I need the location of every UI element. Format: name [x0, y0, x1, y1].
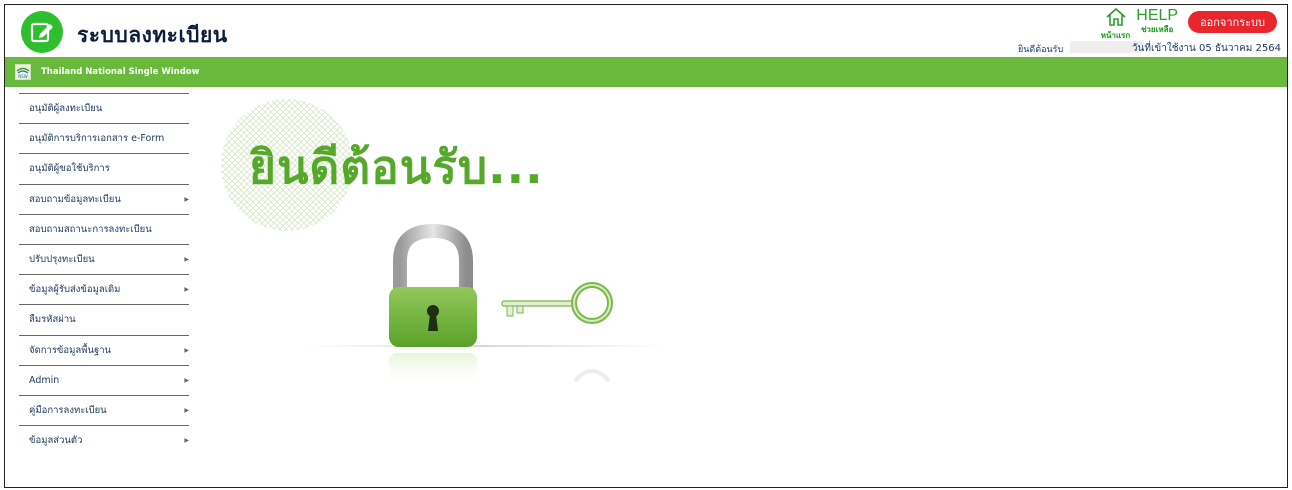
padlock-icon: [389, 223, 477, 389]
home-link[interactable]: หน้าแรก: [1100, 7, 1131, 40]
sidebar-item-label: ลืมรหัสผ่าน: [29, 314, 76, 326]
help-label: ช่วยเหลือ: [1141, 25, 1174, 34]
sidebar-item-label: อนุมัติผู้ลงทะเบียน: [29, 103, 103, 115]
nav-bar-title: Thailand National Single Window: [41, 67, 200, 77]
chevron-right-icon: ▶: [184, 346, 189, 354]
sidebar-item[interactable]: ข้อมูลผู้รับส่งข้อมูลเดิม ▶: [19, 274, 189, 304]
top-actions: หน้าแรก HELP ช่วยเหลือ ออกจากระบบ: [1100, 7, 1277, 40]
sidebar-item[interactable]: อนุมัติผู้ลงทะเบียน: [19, 93, 189, 123]
chevron-right-icon: ▶: [184, 286, 189, 294]
sidebar-menu: อนุมัติผู้ลงทะเบียนอนุมัติการบริการเอกสา…: [19, 93, 189, 455]
sidebar-item-label: สอบถามข้อมูลทะเบียน: [29, 193, 121, 205]
nsw-logo-text: NSW: [18, 74, 28, 79]
logout-button[interactable]: ออกจากระบบ: [1188, 11, 1277, 33]
login-date: วันที่เข้าใช้งาน 05 ธันวาคม 2564: [1131, 43, 1281, 54]
help-link[interactable]: HELP ช่วยเหลือ: [1136, 7, 1178, 34]
nav-bar: NSW Thailand National Single Window: [5, 57, 1287, 87]
edit-icon: [21, 11, 63, 53]
home-icon: [1105, 7, 1127, 31]
welcome-heading: ยินดีต้อนรับ...: [249, 140, 544, 194]
key-icon: [501, 282, 613, 383]
sidebar-item[interactable]: ลืมรหัสผ่าน: [19, 304, 189, 334]
home-label: หน้าแรก: [1100, 31, 1131, 40]
app-window: ระบบลงทะเบียน หน้าแรก HELP ช่วยเหลือ ออก…: [4, 4, 1288, 488]
sidebar-item[interactable]: Admin ▶: [19, 364, 189, 395]
sidebar-item-label: ข้อมูลผู้รับส่งข้อมูลเดิม: [29, 284, 121, 296]
chevron-right-icon: ▶: [184, 437, 189, 445]
nsw-logo: NSW: [15, 64, 31, 80]
help-text: HELP: [1136, 7, 1179, 24]
sidebar-item[interactable]: ปรับปรุงทะเบียน ▶: [19, 243, 189, 274]
floor-shadow: [305, 345, 665, 347]
app-title: ระบบลงทะเบียน: [77, 23, 228, 47]
welcome-label: ยินดีต้อนรับ: [1018, 45, 1064, 55]
sidebar-item-label: อนุมัติผู้ขอใช้บริการ: [29, 163, 110, 175]
sidebar-item-label: อนุมัติการบริการเอกสาร e-Form: [29, 133, 165, 145]
sidebar-item[interactable]: ข้อมูลส่วนตัว ▶: [19, 425, 189, 455]
main-content: ยินดีต้อนรับ...: [205, 91, 765, 421]
chevron-right-icon: ▶: [184, 255, 189, 263]
sidebar-item[interactable]: อนุมัติการบริการเอกสาร e-Form: [19, 123, 189, 153]
sidebar-item[interactable]: จัดการข้อมูลพื้นฐาน ▶: [19, 334, 189, 365]
sidebar-item-label: จัดการข้อมูลพื้นฐาน: [29, 344, 112, 356]
chevron-right-icon: ▶: [184, 376, 189, 384]
sidebar-item-label: ปรับปรุงทะเบียน: [29, 254, 95, 266]
sidebar-item-label: สอบถามสถานะการลงทะเบียน: [29, 223, 152, 235]
sidebar-item[interactable]: อนุมัติผู้ขอใช้บริการ: [19, 153, 189, 183]
sidebar-item[interactable]: สอบถามสถานะการลงทะเบียน: [19, 213, 189, 244]
sidebar-item-label: คู่มือการลงทะเบียน: [29, 404, 107, 416]
chevron-right-icon: ▶: [184, 406, 189, 414]
sidebar-item-label: Admin: [29, 374, 60, 386]
sidebar-item-label: ข้อมูลส่วนตัว: [29, 435, 83, 447]
sidebar-item[interactable]: สอบถามข้อมูลทะเบียน ▶: [19, 183, 189, 214]
chevron-right-icon: ▶: [184, 195, 189, 203]
header: ระบบลงทะเบียน หน้าแรก HELP ช่วยเหลือ ออก…: [5, 5, 1287, 57]
sidebar-item[interactable]: คู่มือการลงทะเบียน ▶: [19, 394, 189, 425]
